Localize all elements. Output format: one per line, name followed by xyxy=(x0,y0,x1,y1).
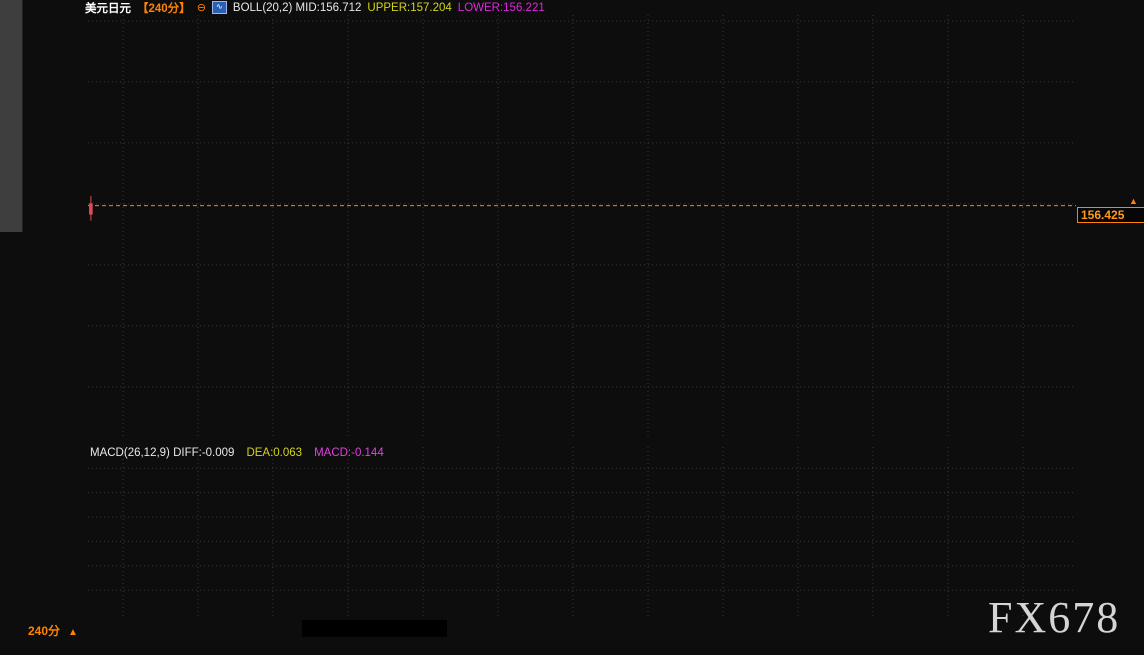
indicator-chart-icon[interactable]: ∿ xyxy=(212,1,227,14)
candles-layer xyxy=(89,196,93,221)
current-price-tag: 156.425 xyxy=(1077,207,1144,223)
chart-canvas[interactable] xyxy=(0,0,1144,655)
macd-diff-readout: MACD(26,12,9) DIFF:-0.009 xyxy=(90,447,234,459)
macd-dea-readout: DEA:0.063 xyxy=(246,447,302,459)
symbol-title: 美元日元 xyxy=(85,0,131,16)
trading-app-window: 美元日元 【240分】 ⊖ ∿ BOLL(20,2) MID:156.712 U… xyxy=(0,0,1144,655)
interval-label: 【240分】 xyxy=(137,0,191,16)
boll-mid-readout: BOLL(20,2) MID:156.712 xyxy=(233,2,362,14)
chevron-up-icon: ▲ xyxy=(68,627,78,638)
macd-bar-readout: MACD:-0.144 xyxy=(314,447,384,459)
boll-upper-readout: UPPER:157.204 xyxy=(367,2,451,14)
axis-gap-patch xyxy=(302,620,447,637)
collapse-icon[interactable]: ⊖ xyxy=(197,1,206,14)
boll-lower-readout: LOWER:156.221 xyxy=(458,2,545,14)
price-marker-icon: ▲ xyxy=(1129,196,1138,206)
grid-layer xyxy=(88,15,1076,618)
timeframe-selector[interactable]: 240分 ▲ xyxy=(28,622,78,639)
chart-type-sidebar xyxy=(0,0,23,232)
macd-header: MACD(26,12,9) DIFF:-0.009 DEA:0.063 MACD… xyxy=(90,447,384,459)
watermark-fx678: FX678 xyxy=(988,592,1120,643)
chart-header: 美元日元 【240分】 ⊖ ∿ BOLL(20,2) MID:156.712 U… xyxy=(85,0,545,15)
timeframe-label: 240分 xyxy=(28,624,60,638)
